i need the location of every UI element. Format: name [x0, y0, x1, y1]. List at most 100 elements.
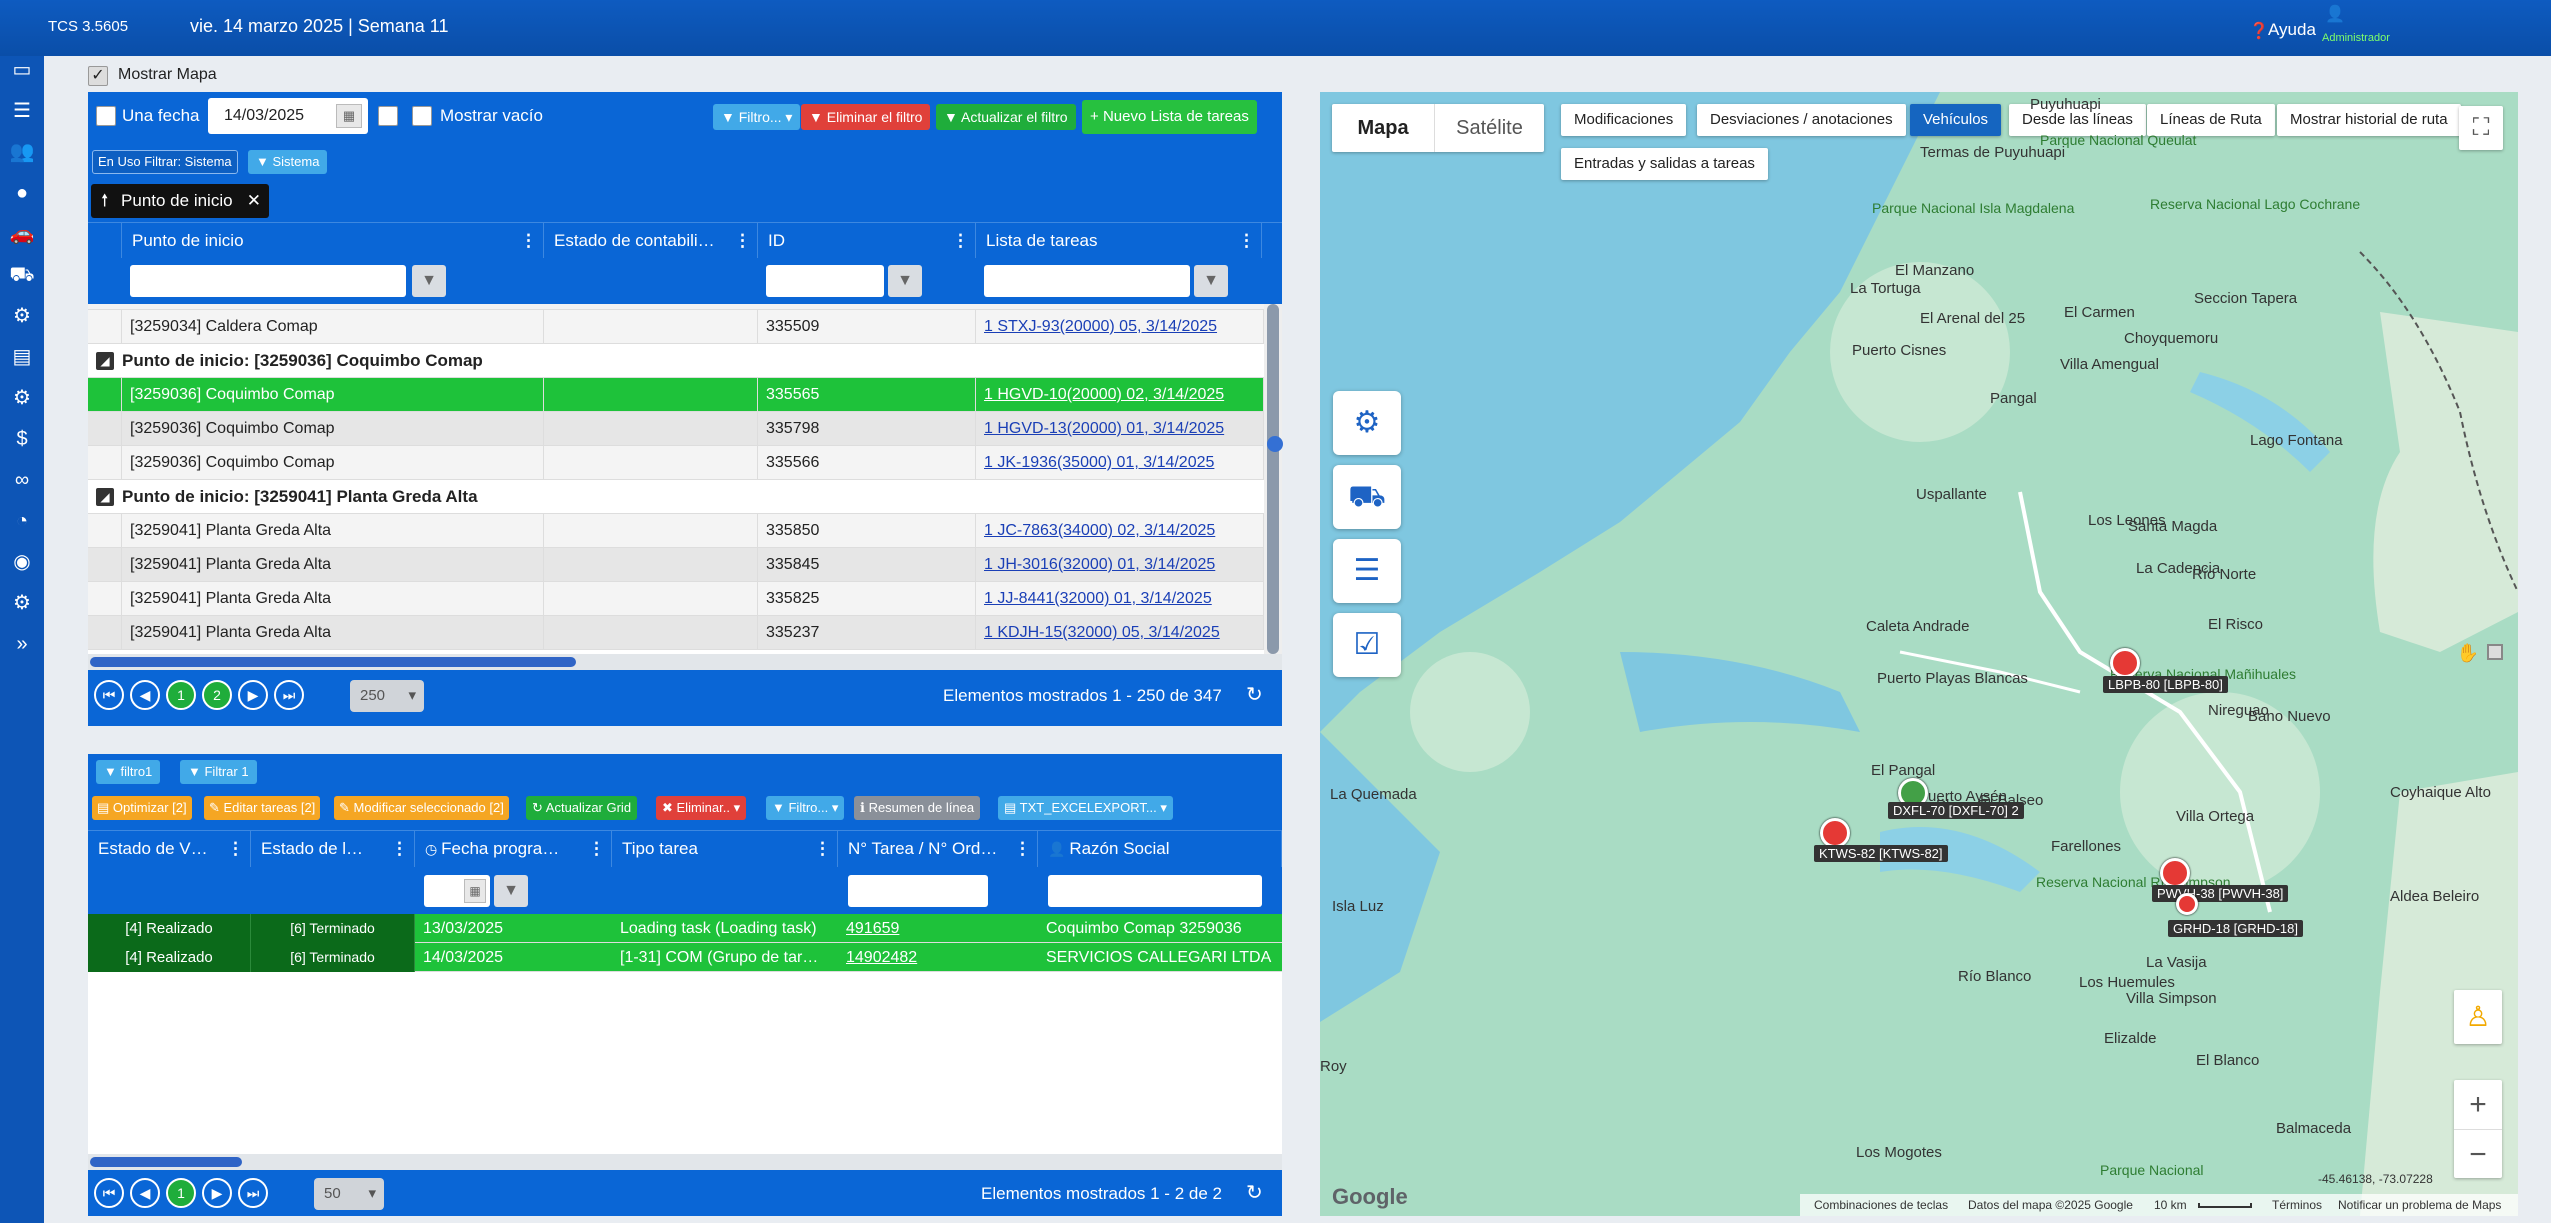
calendar-icon[interactable]: ▦: [336, 104, 362, 128]
refresh-icon[interactable]: ↻: [1246, 682, 1263, 707]
excel-export-button[interactable]: ▤ TXT_EXCELEXPORT... ▾: [998, 796, 1173, 820]
company-filter-input[interactable]: [1048, 875, 1262, 907]
last-page-button[interactable]: ⏭: [274, 680, 304, 710]
show-empty-toggle[interactable]: [378, 106, 398, 126]
id-filter-input[interactable]: [766, 265, 884, 297]
scale-text[interactable]: 10 km: [2154, 1194, 2187, 1216]
help-link[interactable]: Ayuda: [2268, 20, 2316, 40]
table-row[interactable]: [3259036] Coquimbo Comap 335566 1 JK-1936(…: [88, 446, 1264, 480]
monitor-icon[interactable]: ▭: [8, 56, 36, 84]
column-header[interactable]: Estado de V… ⋮: [88, 831, 251, 867]
horizontal-scrollbar[interactable]: [88, 1154, 1282, 1170]
first-page-button[interactable]: ⏮: [94, 1178, 124, 1208]
optimize-button[interactable]: ▤ Optimizar [2]: [92, 796, 192, 820]
date-filter-input[interactable]: ▦: [424, 875, 490, 907]
column-header[interactable]: Tipo tarea ⋮: [612, 831, 838, 867]
page-button[interactable]: 2: [202, 680, 232, 710]
column-header[interactable]: Estado de contabili… ⋮: [544, 223, 758, 259]
task-list-link[interactable]: 1 KDJH-15(32000) 05, 3/14/2025: [976, 616, 1264, 650]
dollar-icon[interactable]: $: [8, 425, 36, 453]
filter-dropdown-button[interactable]: ▼ Filtro... ▾: [766, 796, 845, 820]
vehicle-label[interactable]: GRHD-18 [GRHD-18]: [2168, 920, 2303, 937]
cogs-icon[interactable]: ⚙: [8, 384, 36, 412]
table-row[interactable]: [4] Realizado [6] Terminado 13/03/2025 Load…: [88, 914, 1282, 943]
filter-chip[interactable]: ▼ filtro1: [96, 760, 161, 784]
table-row[interactable]: [3259041] Planta Greda Alta 335845 1 JH-30…: [88, 548, 1264, 582]
task-list-link[interactable]: 1 JJ-8441(32000) 01, 3/14/2025: [976, 582, 1264, 616]
help-icon[interactable]: ❓: [2249, 21, 2269, 41]
column-header[interactable]: ID ⋮: [758, 223, 976, 259]
show-map-checkbox[interactable]: ✓: [88, 66, 108, 86]
column-header[interactable]: ◷ Fecha progra… ⋮: [415, 831, 612, 867]
terms-link[interactable]: Términos: [2272, 1194, 2322, 1216]
list-icon[interactable]: ☰: [1333, 539, 1401, 603]
layer-button-deviations[interactable]: Desviaciones / anotaciones: [1697, 104, 1906, 136]
column-header[interactable]: N° Tarea / N° Ord… ⋮: [838, 831, 1038, 867]
layer-button-task-entries[interactable]: Entradas y salidas a tareas: [1561, 148, 1768, 180]
group-row[interactable]: ◢ Punto de inicio: [3259041] Planta Greda…: [88, 480, 1264, 514]
collapse-icon[interactable]: ◢: [96, 352, 114, 370]
checklist-icon[interactable]: ☑: [1333, 613, 1401, 677]
filter-icon[interactable]: ▼: [494, 875, 528, 907]
truck-icon[interactable]: ⛟: [8, 261, 36, 289]
column-header[interactable]: Estado de l… ⋮: [251, 831, 415, 867]
list-icon[interactable]: ☰: [8, 97, 36, 125]
last-page-button[interactable]: ⏭: [238, 1178, 268, 1208]
table-row[interactable]: [3259041] Planta Greda Alta 335850 1 JC-78…: [88, 514, 1264, 548]
vehicle-marker[interactable]: [2160, 858, 2190, 888]
map-type-button[interactable]: Mapa: [1332, 104, 1434, 152]
fullscreen-icon[interactable]: ⛶: [2459, 106, 2503, 150]
update-filter-button[interactable]: ▼ Actualizar el filtro: [936, 104, 1076, 130]
layer-button-modifications[interactable]: Modificaciones: [1561, 104, 1687, 136]
update-grid-button[interactable]: ↻ Actualizar Grid: [526, 796, 638, 820]
table-row[interactable]: [3259034] Caldera Comap 335509 1 STXJ-93(2…: [88, 310, 1264, 344]
task-number-link[interactable]: 14902482: [838, 943, 1038, 972]
truck-icon[interactable]: ⛟: [1333, 465, 1401, 529]
map-view[interactable]: Mapa Satélite: [1320, 92, 2518, 1216]
line-summary-button[interactable]: ℹ Resumen de línea: [854, 796, 981, 820]
vertical-scrollbar[interactable]: [1264, 304, 1283, 654]
table-row[interactable]: [3259036] Coquimbo Comap 335798 1 HGVD-13(…: [88, 412, 1264, 446]
new-task-list-button[interactable]: + Nuevo Lista de tareas: [1082, 100, 1257, 134]
task-list-link[interactable]: 1 JK-1936(35000) 01, 3/14/2025: [976, 446, 1264, 480]
group-by-chip[interactable]: 🠕 Punto de inicio ✕: [91, 184, 269, 218]
next-page-button[interactable]: ▶: [202, 1178, 232, 1208]
vehicle-label[interactable]: LBPB-80 [LBPB-80]: [2103, 676, 2228, 693]
remove-filter-button[interactable]: ▼ Eliminar el filtro: [801, 104, 931, 130]
task-list-link[interactable]: 1 STXJ-93(20000) 05, 3/14/2025: [976, 310, 1264, 344]
table-row[interactable]: [3259036] Coquimbo Comap 335565 1 HGVD-10(…: [88, 378, 1264, 412]
satellite-type-button[interactable]: Satélite: [1434, 104, 1544, 152]
column-header[interactable]: Lista de tareas ⋮: [976, 223, 1262, 259]
task-list-link[interactable]: 1 HGVD-10(20000) 02, 3/14/2025: [976, 378, 1264, 412]
date-input[interactable]: 14/03/2025 ▦: [208, 98, 368, 134]
table-row[interactable]: [4] Realizado [6] Terminado 14/03/2025 [1-3…: [88, 943, 1282, 972]
expand-icon[interactable]: »: [8, 630, 36, 658]
filter-icon[interactable]: ▼: [1194, 265, 1228, 297]
next-page-button[interactable]: ▶: [238, 680, 268, 710]
task-number-link[interactable]: 491659: [838, 914, 1038, 943]
vehicle-label[interactable]: PWVH-38 [PWVH-38]: [2152, 885, 2289, 902]
page-button[interactable]: 1: [166, 680, 196, 710]
group-row[interactable]: ◢ Punto de inicio: [3259036] Coquimbo Com…: [88, 344, 1264, 378]
calendar-icon[interactable]: ▦: [464, 879, 486, 903]
table-row[interactable]: [3259041] Planta Greda Alta 335237 1 KDJH-…: [88, 616, 1264, 650]
car-icon[interactable]: 🚗: [8, 220, 36, 248]
vehicle-marker[interactable]: [2110, 648, 2140, 678]
book-icon[interactable]: ▤: [8, 343, 36, 371]
page-button[interactable]: 1: [166, 1178, 196, 1208]
select-square-icon[interactable]: [2487, 644, 2503, 660]
task-list-link[interactable]: 1 JH-3016(32000) 01, 3/14/2025: [976, 548, 1264, 582]
system-filter-badge[interactable]: ▼ Sistema: [248, 150, 328, 174]
delete-dropdown-button[interactable]: ✖ Eliminar.. ▾: [656, 796, 747, 820]
page-size-select[interactable]: 50 ▾: [314, 1178, 384, 1210]
vehicle-marker[interactable]: [2176, 893, 2198, 915]
user-icon[interactable]: 👤: [2325, 4, 2345, 24]
link-icon[interactable]: ∞: [8, 466, 36, 494]
column-header[interactable]: 👤 Razón Social: [1038, 831, 1282, 867]
horizontal-scrollbar[interactable]: [88, 654, 1282, 670]
layer-button-route-history[interactable]: Mostrar historial de ruta: [2277, 104, 2461, 136]
users-icon[interactable]: 👥: [8, 138, 36, 166]
pan-hand-icon[interactable]: ✋: [2455, 640, 2481, 666]
zoom-in-button[interactable]: +: [2454, 1080, 2502, 1129]
zoom-out-button[interactable]: −: [2454, 1129, 2502, 1178]
